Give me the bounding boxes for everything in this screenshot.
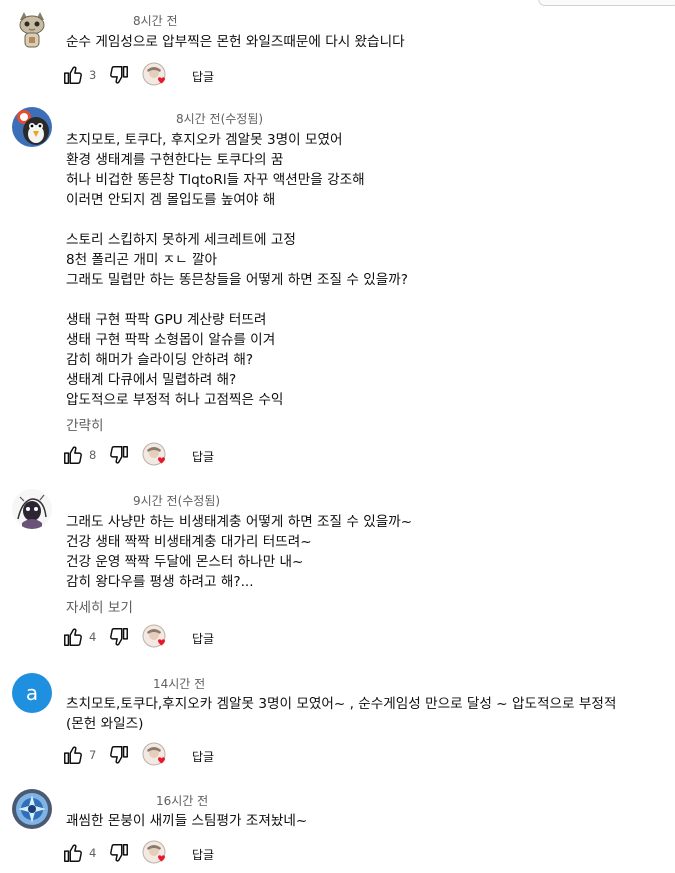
comment-line: 건강 운영 짝짝 두달에 몬스터 하나만 내~ — [66, 554, 304, 570]
comment-line: 그래도 사냥만 하는 비생태계충 어떻게 하면 조질 수 있을까~ — [66, 514, 413, 530]
comment-actions: 4 답글 — [62, 624, 262, 652]
comment-line: 환경 생태계를 구현한다는 토쿠다의 꿈 — [66, 152, 284, 168]
comment-timestamp[interactable]: 16시간 전 — [156, 792, 208, 809]
thumbs-up-icon[interactable] — [62, 626, 84, 648]
thumbs-up-icon[interactable] — [62, 64, 84, 86]
reply-button[interactable]: 답글 — [192, 448, 214, 465]
like-count: 4 — [89, 630, 97, 644]
read-more-button[interactable]: 자세히 보기 — [66, 596, 133, 616]
comment-line: 생태 구현 팍팍 GPU 계산량 터뜨려 — [66, 312, 267, 328]
like-count: 8 — [89, 448, 97, 462]
reply-button[interactable]: 답글 — [192, 68, 214, 85]
thumbs-up-icon[interactable] — [62, 444, 84, 466]
comment-actions: 8 답글 — [62, 442, 262, 470]
thumbs-down-icon[interactable] — [108, 842, 130, 864]
thumbs-down-icon[interactable] — [108, 626, 130, 648]
reply-button[interactable]: 답글 — [192, 846, 214, 863]
thumbs-down-icon[interactable] — [108, 444, 130, 466]
blue-emblem-avatar-icon[interactable] — [12, 789, 52, 829]
comment-line: 스토리 스킵하지 못하게 세크레트에 고정 — [66, 232, 296, 248]
thumbs-down-icon[interactable] — [108, 744, 130, 766]
reply-button[interactable]: 답글 — [192, 630, 214, 647]
sketch-avatar-icon[interactable] — [12, 489, 52, 529]
comment-text: 순수 게임성으로 압부찍은 몬헌 와일즈때문에 다시 왔습니다 — [66, 32, 405, 52]
comment-line: 감히 왕다우를 평생 하려고 해?... — [66, 574, 254, 590]
comment-actions: 7 답글 — [62, 742, 262, 770]
comment-line: 그래도 밀렵만 하는 똥믄창들을 어떻게 하면 조질 수 있을까? — [66, 272, 408, 288]
comment-line: 이러면 안되지 겜 몰입도를 높여야 해 — [66, 192, 276, 208]
comment-line: 츠치모토,토쿠다,후지오카 겜알못 3명이 모였어~ , 순수게임성 만으로 달… — [66, 696, 617, 712]
thumbs-up-icon[interactable] — [62, 744, 84, 766]
comment-line: 생태계 다큐에서 밀렵하려 해? — [66, 372, 237, 388]
comment-timestamp[interactable]: 9시간 전(수정됨) — [133, 492, 220, 509]
comment-text: 츠치모토,토쿠다,후지오카 겜알못 3명이 모였어~ , 순수게임성 만으로 달… — [66, 694, 616, 734]
comment-text: 괘씸한 몬붕이 새끼들 스팀평가 조져놨네~ — [66, 811, 307, 831]
reply-button[interactable]: 답글 — [192, 748, 214, 765]
comment-line: 압도적으로 부정적 허나 고점찍은 수익 — [66, 392, 284, 408]
comment-line: 허나 비겁한 똥믄창 TlqtoRl들 자꾸 액션만을 강조해 — [66, 172, 365, 188]
comment-timestamp[interactable]: 8시간 전(수정됨) — [176, 110, 263, 127]
creator-heart-icon — [142, 62, 166, 86]
comment-line: 8천 폴리곤 개미 ㅈㄴ 깔아 — [66, 252, 217, 268]
cartoon-avatar-icon[interactable] — [12, 107, 52, 147]
comment-text: 그래도 사냥만 하는 비생태계충 어떻게 하면 조질 수 있을까~ 건강 생태 … — [66, 512, 412, 592]
like-count: 7 — [89, 748, 97, 762]
creator-heart-icon — [142, 624, 166, 648]
like-count: 3 — [89, 68, 97, 82]
comment-actions: 3 답글 — [62, 62, 262, 90]
top-edge-control — [538, 0, 675, 6]
comment-line: (몬헌 와일즈) — [66, 716, 144, 732]
show-less-button[interactable]: 간략히 — [66, 414, 104, 434]
like-count: 4 — [89, 846, 97, 860]
cat-avatar-icon[interactable] — [12, 10, 52, 50]
comment-actions: 4 답글 — [62, 840, 262, 868]
comment-line — [66, 290, 408, 310]
creator-heart-icon — [142, 840, 166, 864]
comment-line: 순수 게임성으로 압부찍은 몬헌 와일즈때문에 다시 왔습니다 — [66, 34, 405, 50]
comment-line: 괘씸한 몬붕이 새끼들 스팀평가 조져놨네~ — [66, 813, 308, 829]
comment-line: 츠지모토, 토쿠다, 후지오카 겜알못 3명이 모였어 — [66, 132, 343, 148]
comment-line — [66, 210, 408, 230]
comment-line: 감히 해머가 슬라이딩 안하려 해? — [66, 352, 254, 368]
thumbs-up-icon[interactable] — [62, 842, 84, 864]
comment-timestamp[interactable]: 14시간 전 — [153, 675, 205, 692]
comment-text: 츠지모토, 토쿠다, 후지오카 겜알못 3명이 모였어 환경 생태계를 구현한다… — [66, 130, 408, 410]
creator-heart-icon — [142, 442, 166, 466]
comment-line: 건강 생태 짝짝 비생태계충 대가리 터뜨려~ — [66, 534, 312, 550]
comment-line: 생태 구현 팍팍 소형몹이 알슈를 이겨 — [66, 332, 276, 348]
thumbs-down-icon[interactable] — [108, 64, 130, 86]
letter-a-avatar[interactable]: a — [12, 673, 52, 713]
comment-timestamp[interactable]: 8시간 전 — [133, 12, 178, 29]
creator-heart-icon — [142, 742, 166, 766]
